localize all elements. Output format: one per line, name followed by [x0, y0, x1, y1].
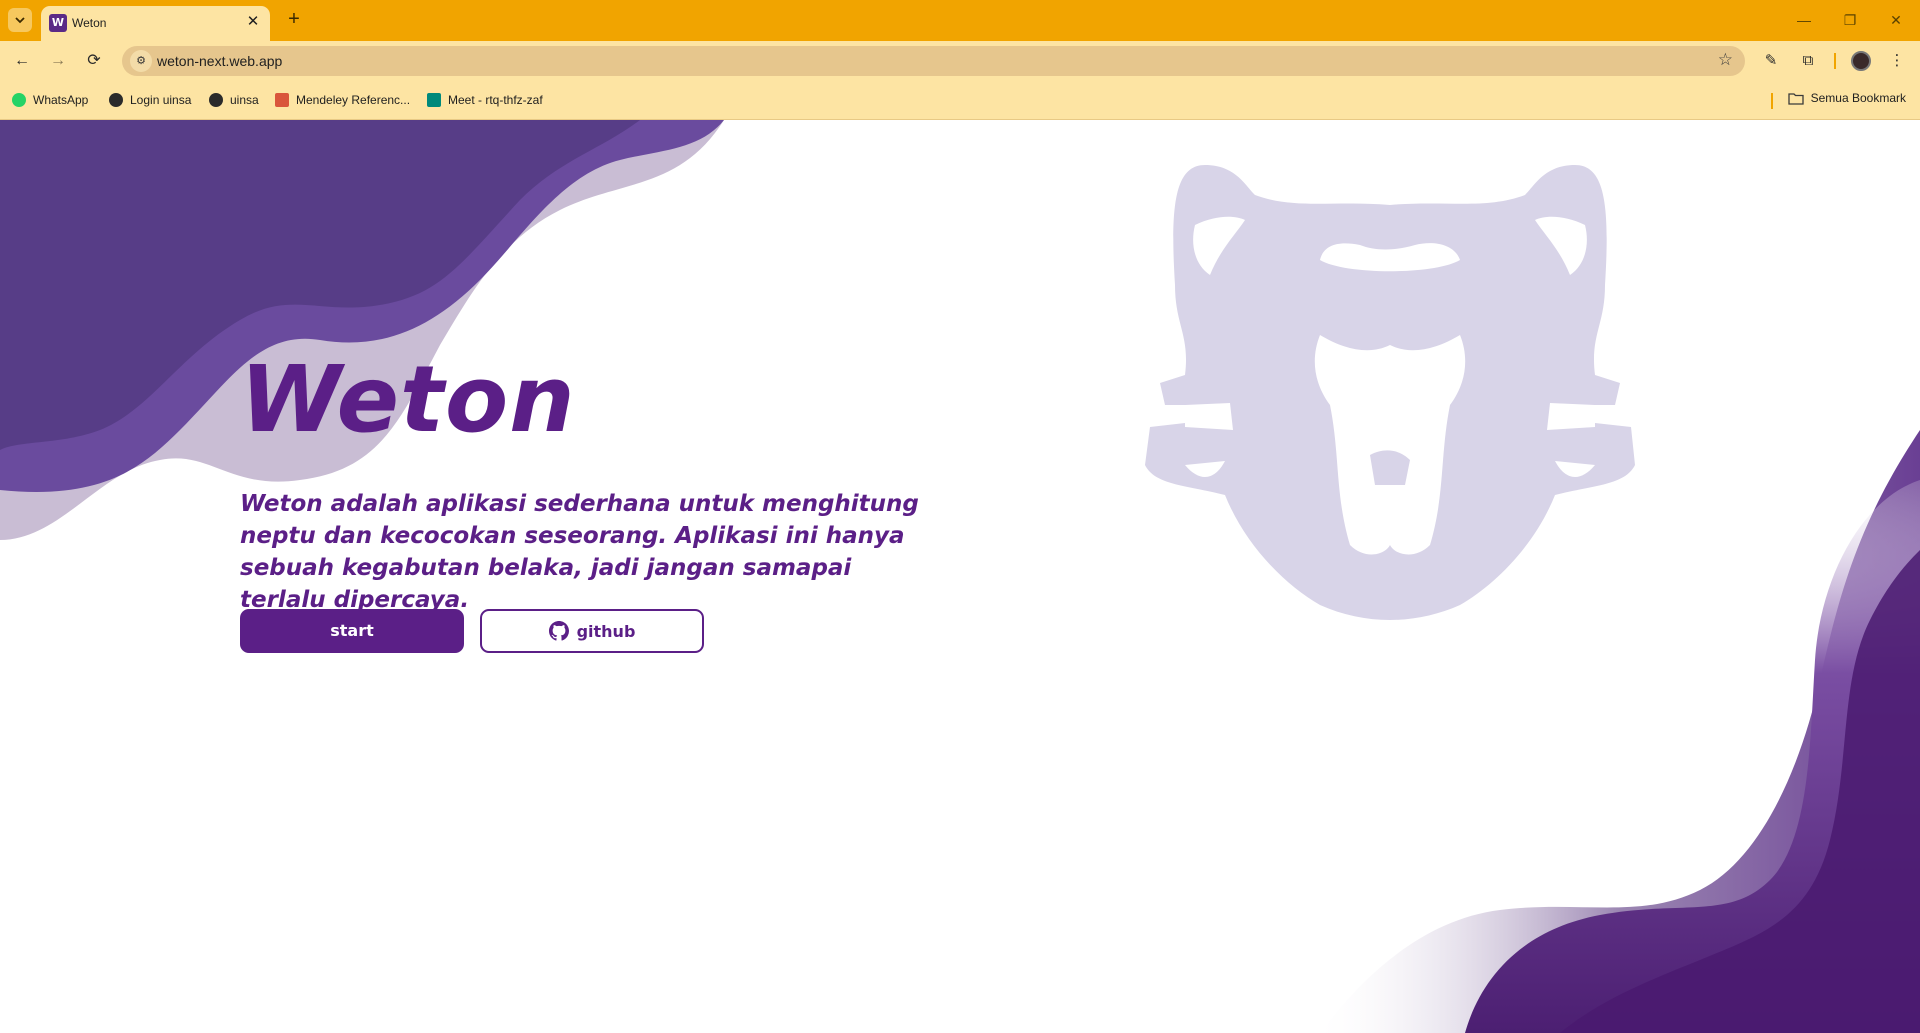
- bookmarks-divider: [1771, 93, 1773, 109]
- bookmarks-bar: WhatsApp Login uinsa uinsa Mendeley Refe…: [0, 81, 1920, 120]
- globe-icon: [109, 93, 123, 107]
- bookmark-star-icon[interactable]: ☆: [1718, 50, 1733, 70]
- weton-favicon-icon: W: [49, 14, 67, 32]
- folder-icon: [1787, 92, 1804, 105]
- url-text[interactable]: weton-next.web.app: [157, 53, 282, 69]
- bookmark-label: uinsa: [230, 93, 259, 107]
- bookmark-label: WhatsApp: [33, 93, 89, 107]
- github-button-label: github: [576, 621, 636, 641]
- all-bookmarks-label: Semua Bookmark: [1810, 91, 1906, 105]
- address-bar[interactable]: ⚙ weton-next.web.app ☆: [122, 46, 1745, 76]
- extensions-icon[interactable]: ⧉: [1797, 50, 1819, 72]
- more-menu-icon[interactable]: ⋮: [1886, 50, 1908, 72]
- bookmark-label: Meet - rtq-thfz-zaf: [448, 93, 543, 107]
- new-tab-button[interactable]: +: [282, 8, 306, 32]
- tab-weton[interactable]: W Weton ✕: [41, 6, 270, 41]
- chevron-down-icon: [15, 17, 25, 24]
- whatsapp-icon: [12, 93, 26, 107]
- tab-search-button[interactable]: [8, 8, 32, 32]
- bookmark-meet[interactable]: Meet - rtq-thfz-zaf: [427, 91, 543, 109]
- bookmark-label: Login uinsa: [130, 93, 192, 107]
- globe-icon: [209, 93, 223, 107]
- hero-title: Weton: [240, 346, 576, 453]
- web-page: Weton Weton adalah aplikasi sederhana un…: [0, 120, 1920, 1033]
- reload-icon[interactable]: ⟳: [82, 49, 106, 73]
- all-bookmarks-button[interactable]: Semua Bookmark: [1787, 91, 1906, 105]
- github-button[interactable]: github: [480, 609, 704, 653]
- restore-icon[interactable]: ❐: [1835, 10, 1865, 30]
- mendeley-icon: [275, 93, 289, 107]
- toolbar-divider: [1834, 53, 1836, 69]
- bookmark-label: Mendeley Referenc...: [296, 93, 411, 107]
- meet-icon: [427, 93, 441, 107]
- forward-icon[interactable]: →: [46, 49, 70, 73]
- minimize-icon[interactable]: —: [1789, 10, 1819, 30]
- close-tab-icon[interactable]: ✕: [244, 13, 262, 31]
- github-icon: [548, 621, 569, 641]
- profile-avatar[interactable]: [1851, 51, 1871, 71]
- browser-tab-bar: W Weton ✕ + — ❐ ✕: [0, 0, 1920, 41]
- tab-title: Weton: [72, 16, 107, 30]
- bookmark-mendeley[interactable]: Mendeley Referenc...: [275, 91, 410, 109]
- bookmark-whatsapp[interactable]: WhatsApp: [12, 91, 88, 109]
- back-icon[interactable]: ←: [10, 49, 34, 73]
- bookmark-login-uinsa[interactable]: Login uinsa: [109, 91, 191, 109]
- start-button[interactable]: start: [240, 609, 464, 653]
- close-window-icon[interactable]: ✕: [1881, 10, 1911, 30]
- tiger-mascot-icon: [1145, 165, 1635, 620]
- pen-icon[interactable]: ✎: [1760, 50, 1782, 72]
- site-info-icon[interactable]: ⚙: [130, 50, 152, 72]
- browser-toolbar: ← → ⟳ ⚙ weton-next.web.app ☆ ✎ ⧉ ⋮: [0, 41, 1920, 81]
- hero-description: Weton adalah aplikasi sederhana untuk me…: [240, 491, 919, 613]
- bookmark-uinsa[interactable]: uinsa: [209, 91, 259, 109]
